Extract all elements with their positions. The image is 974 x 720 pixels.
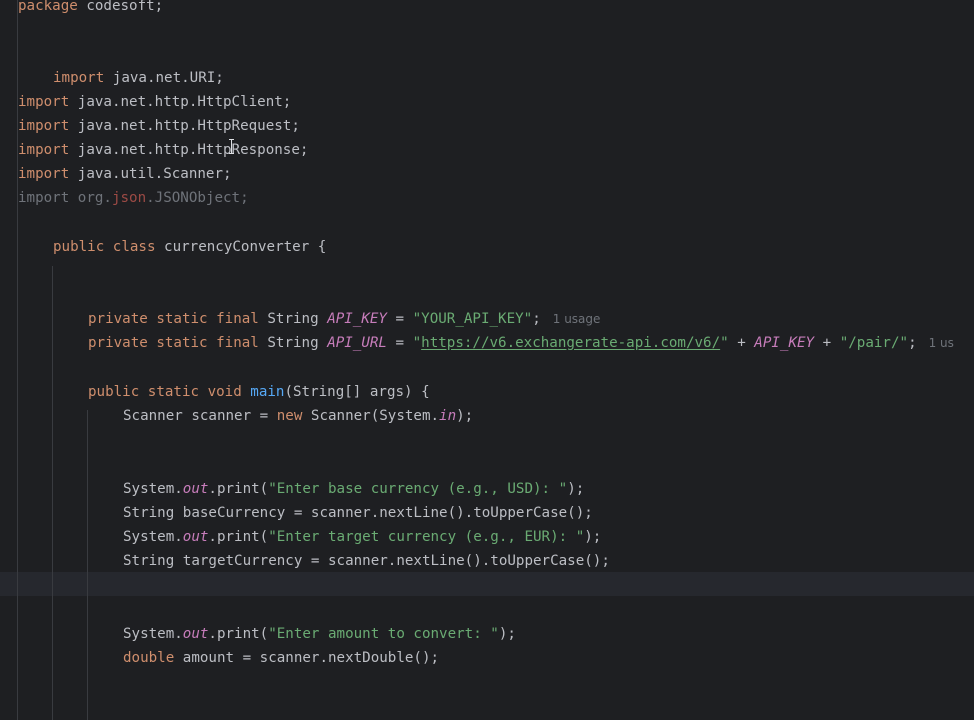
code-line-print-amount: System.out.print("Enter amount to conver… [123, 622, 516, 646]
method-params: (String[] args) { [284, 384, 430, 400]
constant-reference: API_KEY [754, 335, 815, 351]
keyword-import: import [18, 166, 70, 182]
static-field: in [439, 408, 457, 424]
keyword-import: import [18, 94, 70, 110]
static-field: out [182, 529, 209, 545]
string-literal: "Enter base currency (e.g., USD): " [268, 481, 568, 497]
constant-api-url: API_URL [327, 335, 387, 351]
code-line-package: package codesoft; [18, 0, 163, 18]
url-link[interactable]: https://v6.exchangerate-api.com/v6/ [421, 335, 720, 351]
code-text: .print( [208, 529, 269, 545]
usage-hint[interactable]: 1 us [929, 336, 954, 350]
method-name: main [250, 384, 285, 400]
semicolon: ; [532, 311, 541, 327]
code-text: ); [567, 481, 585, 497]
import-path: java.net.http.HttpResponse; [69, 142, 309, 158]
indent-guide-3 [87, 410, 88, 720]
code-text: ); [456, 408, 474, 424]
static-field: out [182, 481, 209, 497]
code-line-print-target: System.out.print("Enter target currency … [123, 525, 601, 549]
string-literal: "/pair/" [839, 335, 909, 351]
quote: " [412, 335, 422, 351]
code-line-class-declaration: public class currencyConverter { [53, 235, 326, 259]
static-field: out [182, 626, 209, 642]
keyword-public-class: public class [53, 239, 156, 255]
code-line-amount: double amount = scanner.nextDouble(); [123, 646, 439, 670]
operator: + [728, 335, 755, 351]
code-line-api-url: private static final String API_URL = "h… [88, 331, 954, 355]
code-line-import-httprequest: import java.net.http.HttpRequest; [18, 114, 300, 138]
code-line-import-uri: import java.net.URI; [53, 66, 224, 90]
code-text: System. [123, 626, 183, 642]
operator: = [386, 311, 413, 327]
string-literal: "YOUR_API_KEY" [412, 311, 533, 327]
code-text: Scanner scanner = [123, 408, 277, 424]
code-line-import-json-unused: import org.json.JSONObject; [18, 186, 249, 210]
code-text: ); [498, 626, 516, 642]
code-line-api-key: private static final String API_KEY = "Y… [88, 307, 600, 331]
class-name: currencyConverter { [155, 239, 327, 255]
import-path: java.net.http.HttpRequest; [69, 118, 300, 134]
type-name: String [258, 311, 328, 327]
keyword-import: import [18, 118, 70, 134]
quote: " [720, 335, 729, 351]
operator: + [814, 335, 840, 351]
code-line-base-currency: String baseCurrency = scanner.nextLine()… [123, 501, 593, 525]
keyword-import: import [18, 190, 70, 206]
code-line-import-httpresponse: import java.net.http.HttpResponse; [18, 138, 308, 162]
string-literal: "Enter target currency (e.g., EUR): " [268, 529, 585, 545]
keyword-package: package [18, 0, 78, 14]
current-line-highlight [0, 572, 974, 596]
code-text: String baseCurrency = scanner.nextLine()… [123, 505, 593, 521]
code-text: .print( [208, 481, 269, 497]
import-path: org. [69, 190, 112, 206]
usage-hint[interactable]: 1 usage [553, 312, 601, 326]
package-name: codesoft; [77, 0, 164, 14]
import-path: java.util.Scanner; [69, 166, 232, 182]
unresolved-package: json [111, 190, 147, 206]
code-editor[interactable]: package codesoft; import java.net.URI; i… [0, 0, 974, 720]
modifiers: private static final [88, 311, 259, 327]
code-text: amount = scanner.nextDouble(); [174, 650, 440, 666]
code-text: Scanner(System. [302, 408, 440, 424]
keyword-import: import [18, 142, 70, 158]
semicolon: ; [908, 335, 917, 351]
import-path: .JSONObject; [146, 190, 249, 206]
import-path: java.net.http.HttpClient; [69, 94, 292, 110]
code-text: String targetCurrency = scanner.nextLine… [123, 553, 610, 569]
import-path: java.net.URI; [104, 70, 224, 86]
code-line-print-base: System.out.print("Enter base currency (e… [123, 477, 584, 501]
keyword-double: double [123, 650, 175, 666]
code-line-import-scanner: import java.util.Scanner; [18, 162, 232, 186]
code-line-import-httpclient: import java.net.http.HttpClient; [18, 90, 291, 114]
constant-api-key: API_KEY [327, 311, 387, 327]
type-name: String [258, 335, 328, 351]
string-literal: "Enter amount to convert: " [268, 626, 499, 642]
code-line-main-declaration: public static void main(String[] args) { [88, 380, 430, 404]
code-text: .print( [208, 626, 269, 642]
operator: = [386, 335, 413, 351]
code-line-scanner: Scanner scanner = new Scanner(System.in)… [123, 404, 473, 428]
modifiers: private static final [88, 335, 259, 351]
code-text: System. [123, 529, 183, 545]
code-text: ); [584, 529, 602, 545]
indent-guide-2 [52, 266, 53, 720]
code-line-target-currency: String targetCurrency = scanner.nextLine… [123, 549, 610, 573]
modifiers: public static void [88, 384, 242, 400]
keyword-new: new [276, 408, 303, 424]
code-text: System. [123, 481, 183, 497]
keyword-import: import [53, 70, 105, 86]
